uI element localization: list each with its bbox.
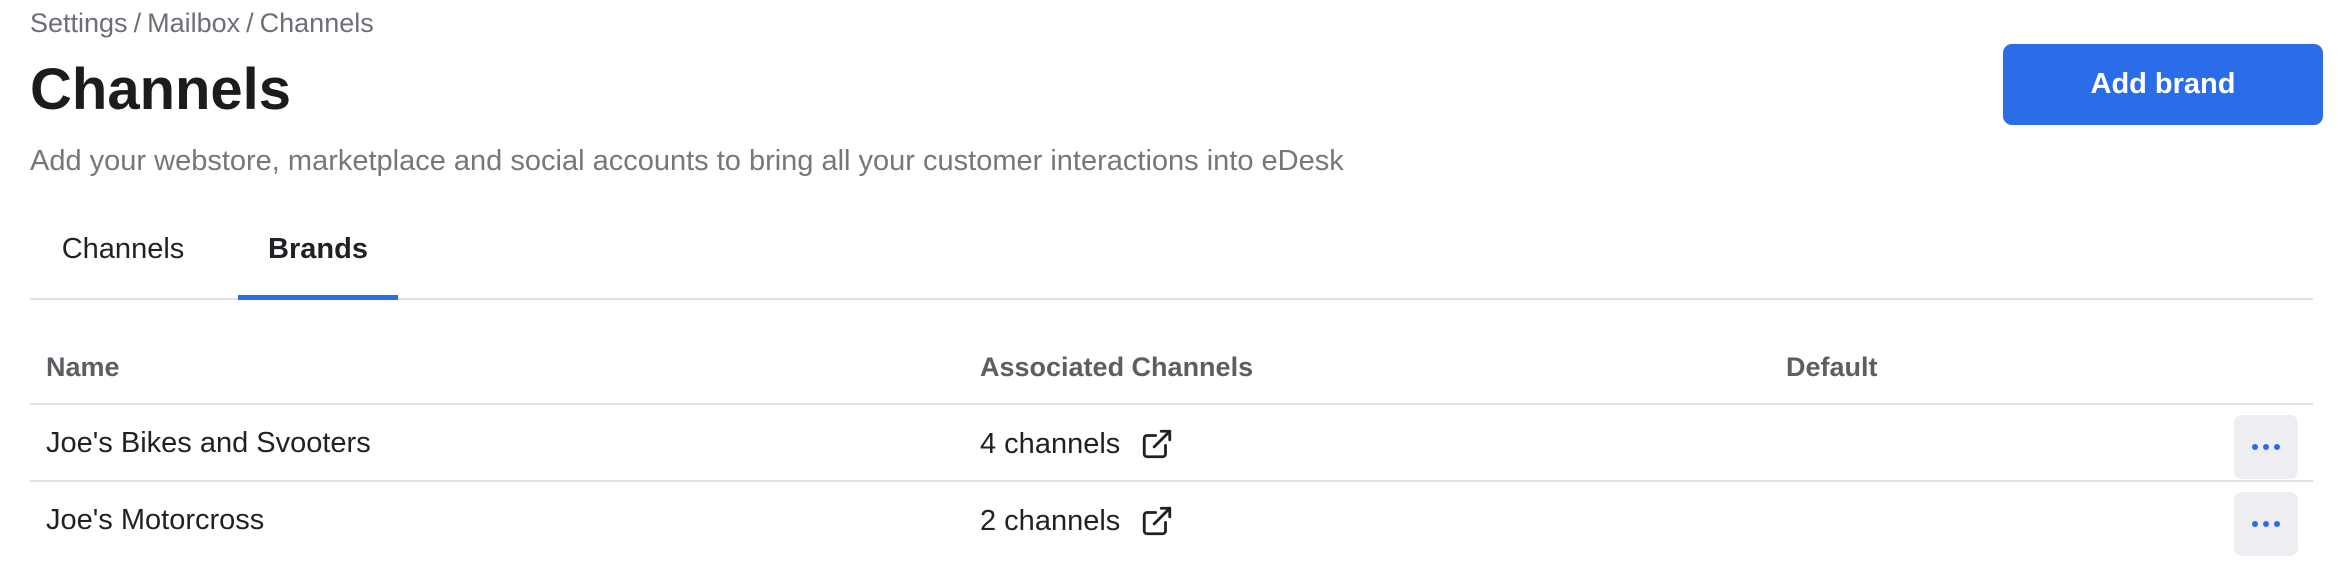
breadcrumb-separator: / — [246, 8, 254, 38]
table-row[interactable]: Joe's Motorcross 2 channels — [30, 482, 2313, 557]
more-horizontal-icon — [2252, 444, 2280, 450]
breadcrumb: Settings / Mailbox / Channels — [30, 8, 374, 39]
add-brand-button[interactable]: Add brand — [2003, 44, 2323, 125]
row-actions-button[interactable] — [2234, 492, 2298, 556]
associated-channels-cell: 4 channels — [980, 427, 1174, 461]
more-horizontal-icon — [2252, 521, 2280, 527]
column-header-name: Name — [46, 352, 120, 382]
row-actions-button[interactable] — [2234, 415, 2298, 479]
tab-bar: Channels Brands — [30, 200, 2313, 300]
breadcrumb-separator: / — [133, 8, 142, 38]
page: Settings / Mailbox / Channels Channels Add y… — [30, 0, 2323, 582]
breadcrumb-settings[interactable]: Settings — [30, 8, 128, 38]
external-link-icon[interactable] — [1140, 427, 1174, 461]
table-row[interactable]: Joe's Bikes and Svooters 4 channels — [30, 405, 2313, 482]
brands-table: Name Associated Channels Default Joe's B… — [30, 328, 2313, 557]
page-title: Channels — [30, 57, 292, 122]
page-subtitle: Add your webstore, marketplace and socia… — [30, 145, 1344, 177]
column-header-associated-channels: Associated Channels — [980, 352, 1254, 382]
breadcrumb-channels: Channels — [259, 8, 374, 38]
associated-channels-cell: 2 channels — [980, 504, 1174, 538]
channel-count: 4 channels — [980, 427, 1121, 460]
tab-channels[interactable]: Channels — [30, 200, 216, 298]
table-header: Name Associated Channels Default — [30, 328, 2313, 405]
column-header-default: Default — [1786, 352, 1878, 382]
brand-name: Joe's Bikes and Svooters — [46, 427, 371, 459]
channel-count: 2 channels — [980, 504, 1121, 537]
brand-name: Joe's Motorcross — [46, 504, 265, 536]
breadcrumb-mailbox[interactable]: Mailbox — [147, 8, 240, 38]
external-link-icon[interactable] — [1140, 504, 1174, 538]
tab-brands[interactable]: Brands — [238, 200, 398, 300]
